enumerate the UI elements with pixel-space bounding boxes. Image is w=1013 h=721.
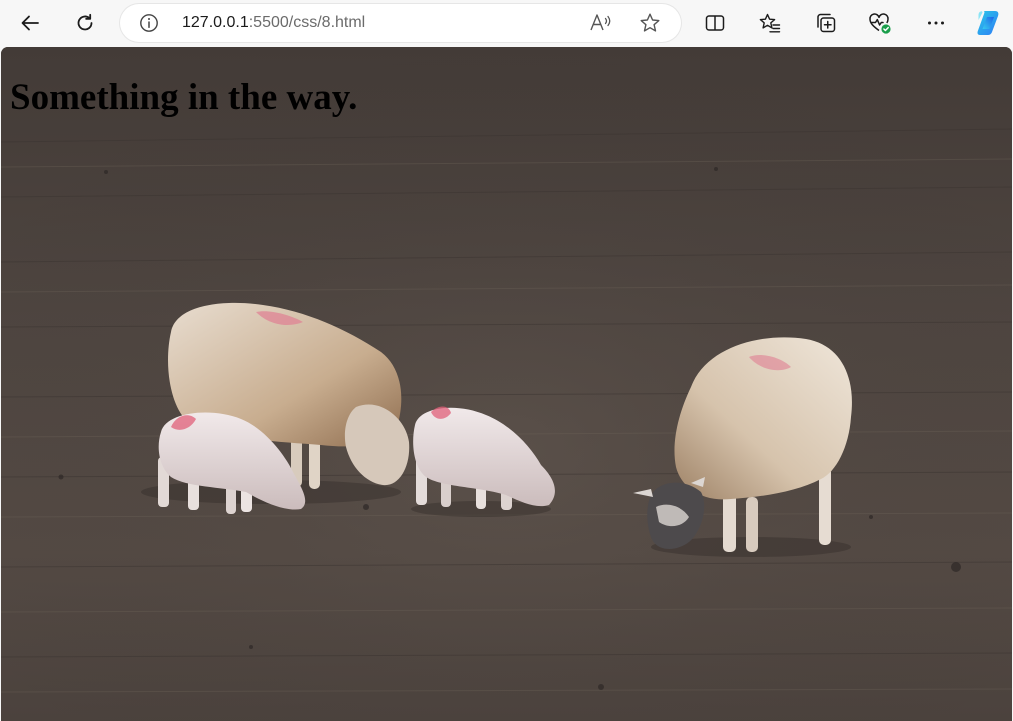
split-screen-icon [705,15,725,31]
favorites-button[interactable] [752,5,788,41]
address-url[interactable]: 127.0.0.1:5500/css/8.html [182,4,365,42]
sheep-field-background-image [1,47,1012,721]
address-bar[interactable]: 127.0.0.1:5500/css/8.html [120,4,681,42]
refresh-button[interactable] [67,5,103,41]
browser-toolbar: 127.0.0.1:5500/css/8.html [0,0,1013,46]
collections-button[interactable] [808,5,844,41]
info-icon[interactable] [139,13,159,33]
favorites-list-icon [759,13,781,33]
collections-icon [817,13,836,33]
browser-essentials-button[interactable] [862,5,898,41]
refresh-icon [77,13,93,31]
more-dots-icon [928,21,944,25]
heart-pulse-icon [869,13,891,34]
page-heading: Something in the way. [10,77,358,118]
url-path: :5500/css/8.html [248,14,366,31]
url-host: 127.0.0.1 [182,14,249,31]
split-screen-button[interactable] [697,5,733,41]
browser-window: 127.0.0.1:5500/css/8.html Something in t… [0,0,1013,721]
copilot-icon [977,11,999,35]
page-viewport: Something in the way. [1,47,1012,721]
star-icon[interactable] [639,12,661,34]
back-button[interactable] [12,5,48,41]
copilot-button[interactable] [970,5,1006,41]
more-options-button[interactable] [918,5,954,41]
read-aloud-icon[interactable] [589,12,613,34]
back-arrow-icon [21,15,39,31]
